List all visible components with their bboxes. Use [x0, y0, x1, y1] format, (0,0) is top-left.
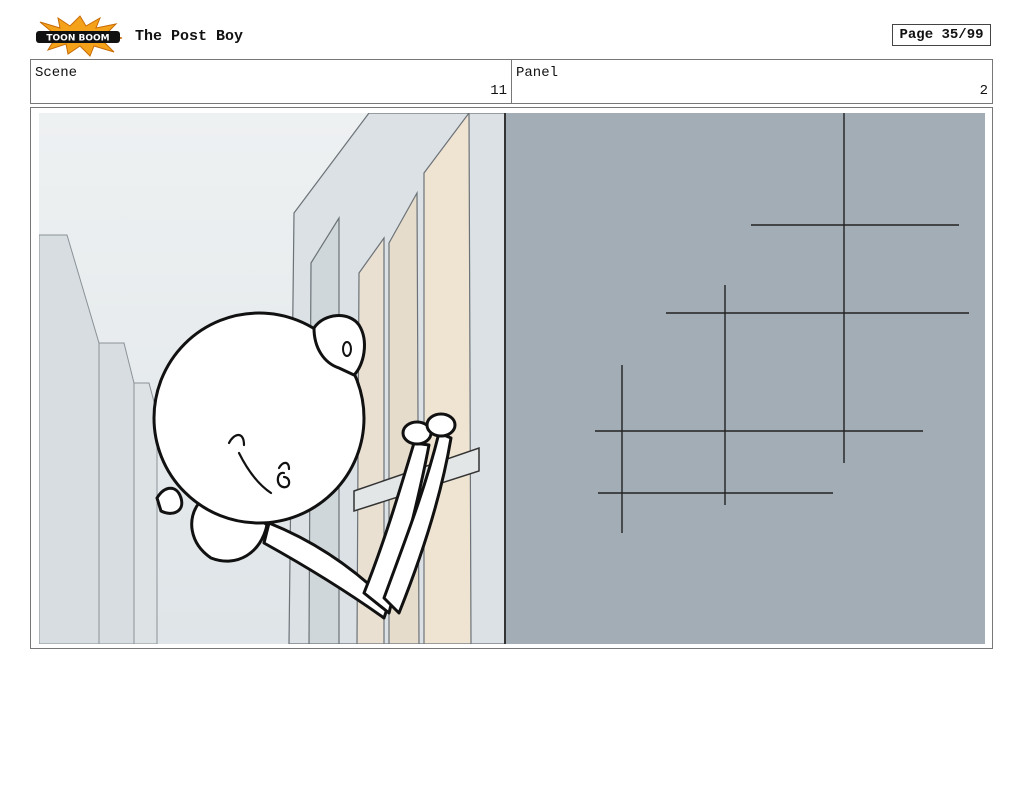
panel-label: Panel	[516, 65, 559, 81]
scene-panel-info: Scene 11 Panel 2	[30, 59, 993, 104]
storyboard-frame	[30, 107, 993, 649]
panel-cell: Panel 2	[511, 60, 992, 103]
scene-number: 11	[490, 83, 507, 99]
gray-wall	[505, 113, 985, 644]
storyboard-drawing	[39, 113, 985, 644]
toon-boom-logo: TOON BOOM	[30, 14, 126, 58]
scene-label: Scene	[35, 65, 78, 81]
document-title: The Post Boy	[135, 28, 244, 45]
logo-text: TOON BOOM	[46, 34, 109, 44]
panel-number: 2	[979, 83, 988, 99]
scene-cell: Scene 11	[31, 60, 511, 103]
page-number: Page 35/99	[892, 24, 991, 46]
